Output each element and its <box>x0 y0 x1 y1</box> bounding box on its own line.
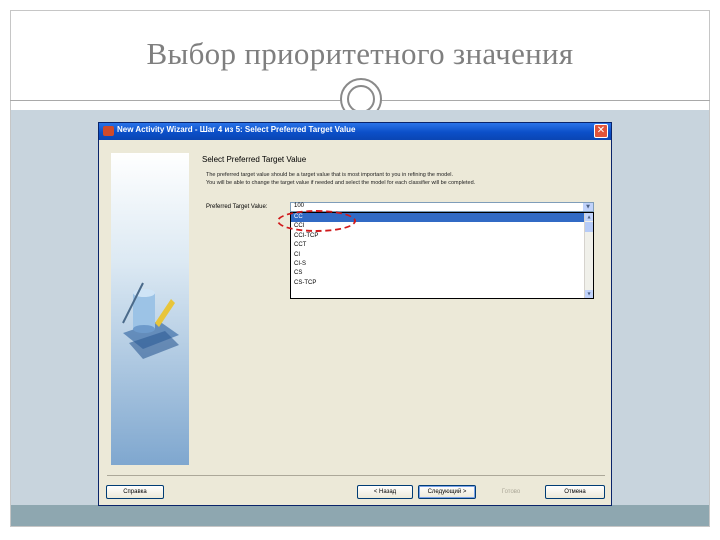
list-item[interactable]: CS <box>291 269 593 278</box>
list-item[interactable]: CS-TCP <box>291 279 593 288</box>
back-button[interactable]: < Назад <box>357 485 413 499</box>
list-item[interactable]: CCT <box>291 241 593 250</box>
next-button[interactable]: Следующий > <box>418 485 476 499</box>
database-wizard-icon <box>122 282 179 359</box>
scroll-thumb[interactable] <box>585 222 593 232</box>
list-item[interactable]: CI-S <box>291 260 593 269</box>
footer-bar <box>11 505 709 526</box>
preferred-target-label: Preferred Target Value: <box>206 204 268 210</box>
wizard-side-panel <box>111 153 189 465</box>
window-title: New Activity Wizard - Шаг 4 из 5: Select… <box>117 125 356 134</box>
select-value: 100 <box>294 203 305 209</box>
list-item[interactable]: CCI-TCP <box>291 232 593 241</box>
close-button[interactable]: ✕ <box>594 124 608 138</box>
finish-button: Готово <box>501 489 521 495</box>
wizard-window: New Activity Wizard - Шаг 4 из 5: Select… <box>98 122 612 506</box>
highlight-circle-annotation <box>277 210 356 232</box>
slide-title: Выбор приоритетного значения <box>146 36 574 71</box>
button-separator <box>107 475 605 476</box>
chevron-down-icon[interactable]: ▼ <box>583 203 593 211</box>
list-item[interactable]: CI <box>291 251 593 260</box>
app-icon <box>103 126 114 136</box>
description-line-1: The preferred target value should be a t… <box>206 172 454 178</box>
scroll-up-icon[interactable]: ▲ <box>585 213 593 221</box>
description-line-2: You will be able to change the target va… <box>206 180 476 186</box>
section-header: Select Preferred Target Value <box>202 155 307 164</box>
scroll-down-icon[interactable]: ▼ <box>585 290 593 298</box>
list-scrollbar[interactable]: ▲ ▼ <box>584 213 593 298</box>
window-titlebar[interactable]: New Activity Wizard - Шаг 4 из 5: Select… <box>99 123 611 140</box>
cancel-button[interactable]: Отмена <box>545 485 605 499</box>
help-button[interactable]: Справка <box>106 485 164 499</box>
